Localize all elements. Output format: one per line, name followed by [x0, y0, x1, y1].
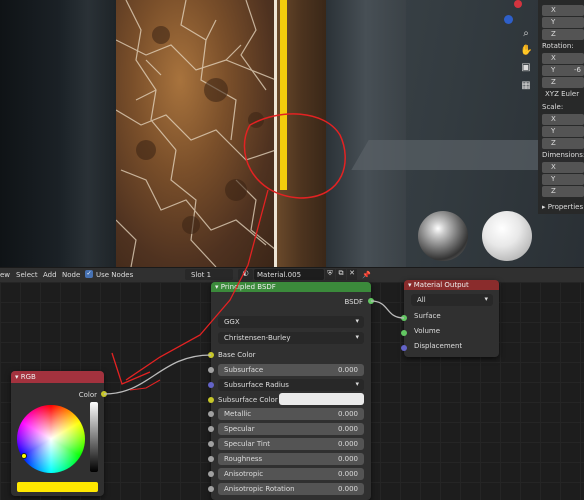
- axis-x-dot[interactable]: [514, 0, 522, 8]
- camera-icon[interactable]: ▣: [520, 62, 532, 74]
- scale-y-field[interactable]: Y: [542, 126, 584, 137]
- properties-panel-header[interactable]: ▸ Properties: [542, 203, 583, 211]
- sidebar-n-panel: X Y Z Rotation: X Y -6 Z XYZ Euler Scale:…: [538, 0, 584, 214]
- unlink-icon[interactable]: ✕: [347, 269, 357, 280]
- annotation-overlay: [243, 113, 346, 199]
- slot-select[interactable]: Slot 1: [185, 269, 233, 280]
- axis-z-dot[interactable]: [504, 15, 513, 24]
- scale-z-field[interactable]: Z: [542, 138, 584, 149]
- rotation-y-field[interactable]: Y -6: [542, 65, 584, 76]
- rotation-label: Rotation:: [542, 42, 574, 50]
- annotation-circle: [243, 113, 346, 199]
- grid-icon[interactable]: ▦: [520, 80, 532, 92]
- bsdf-to-surface-link: [370, 300, 405, 319]
- navigation-gizmo[interactable]: ⌕ ✋ ▣ ▦: [504, 0, 538, 100]
- hand-icon[interactable]: ✋: [520, 45, 532, 57]
- dimensions-label: Dimensions:: [542, 151, 584, 159]
- scale-x-field[interactable]: X: [542, 114, 584, 125]
- pin-icon[interactable]: 📌: [362, 271, 371, 279]
- dimensions-z-field[interactable]: Z: [542, 186, 584, 197]
- zoom-icon[interactable]: ⌕: [520, 28, 532, 40]
- use-nodes-label: Use Nodes: [96, 271, 134, 279]
- view-menu[interactable]: ew: [0, 271, 10, 279]
- material-browse-icon[interactable]: ◐: [238, 269, 253, 280]
- dimensions-y-field[interactable]: Y: [542, 174, 584, 185]
- use-nodes-checkbox[interactable]: ✓: [85, 270, 93, 278]
- node-menu[interactable]: Node: [62, 271, 80, 279]
- location-x-field[interactable]: X: [542, 5, 584, 16]
- add-menu[interactable]: Add: [43, 271, 57, 279]
- rotation-z-field[interactable]: Z: [542, 77, 584, 88]
- location-y-field[interactable]: Y: [542, 17, 584, 28]
- node-links: [103, 300, 405, 395]
- rotation-mode-select[interactable]: XYZ Euler: [542, 89, 584, 100]
- node-editor-canvas[interactable]: ▾ Principled BSDF BSDF GGX ▾ Christensen-…: [0, 280, 584, 500]
- rotation-x-field[interactable]: X: [542, 53, 584, 64]
- location-z-field[interactable]: Z: [542, 29, 584, 40]
- duplicate-icon[interactable]: ⧉: [336, 269, 346, 280]
- scale-label: Scale:: [542, 103, 564, 111]
- 3d-viewport[interactable]: ⌕ ✋ ▣ ▦ X Y Z Rotation: X Y -6 Z XYZ Eule…: [0, 0, 584, 267]
- rgb-to-base-color-link: [103, 354, 212, 395]
- select-menu[interactable]: Select: [16, 271, 38, 279]
- material-name-field[interactable]: Material.005: [254, 269, 324, 280]
- fake-user-shield-icon[interactable]: ⛨: [325, 269, 335, 280]
- dimensions-x-field[interactable]: X: [542, 162, 584, 173]
